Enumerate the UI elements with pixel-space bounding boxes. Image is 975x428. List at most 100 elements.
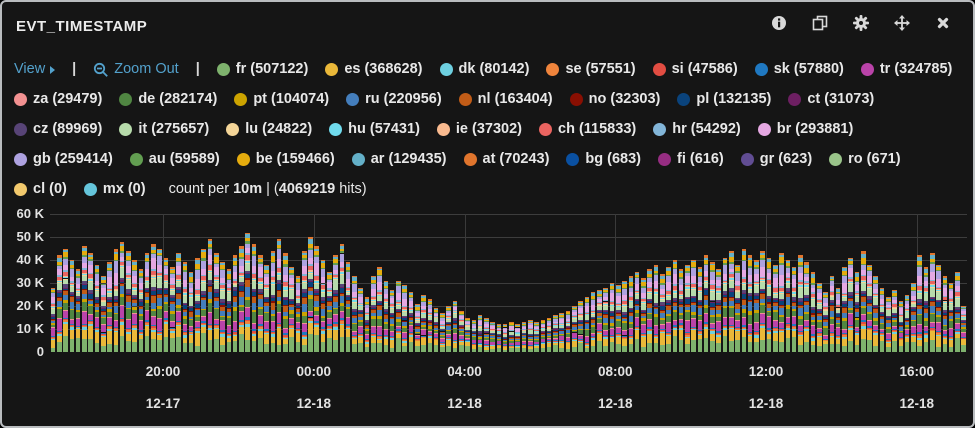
legend-item-tr[interactable]: tr (324785) (860, 58, 952, 81)
bar-segment-si (119, 319, 125, 321)
legend-item-ie[interactable]: ie (37302) (436, 118, 522, 141)
bar-segment-be (779, 256, 784, 263)
bar-segment-ar (182, 264, 188, 267)
bar-segment-dk (119, 322, 125, 325)
legend-item-bg[interactable]: bg (683) (566, 148, 641, 171)
bar-segment-ar (352, 277, 357, 281)
info-icon[interactable] (771, 15, 787, 31)
bar-stack (747, 255, 753, 352)
legend-item-br[interactable]: br (293881) (757, 118, 853, 141)
bar-segment-be (314, 250, 320, 256)
legend-item-cz[interactable]: cz (89969) (14, 118, 102, 141)
bar-stack (609, 283, 615, 352)
bar-segment-pt (747, 311, 753, 316)
bar-segment-pl (427, 321, 433, 323)
legend-item-it[interactable]: it (275657) (119, 118, 209, 141)
bar-segment-es (490, 345, 495, 350)
close-icon[interactable] (935, 15, 951, 31)
legend-item-se[interactable]: se (57551) (546, 58, 636, 81)
zoom-out-link[interactable]: Zoom Out (93, 58, 179, 81)
bar-segment-pt (220, 316, 225, 318)
bar-segment-ct (936, 301, 941, 303)
histogram-plot[interactable] (50, 214, 967, 352)
legend-item-nl[interactable]: nl (163404) (458, 88, 553, 111)
bar-segment-be (647, 274, 652, 277)
bar-segment-br (207, 254, 213, 264)
bar-stack (371, 276, 376, 352)
bar-segment-nl (691, 302, 696, 306)
bar-segment-cz (327, 296, 332, 298)
bar-segment-pl (144, 289, 150, 293)
bar-segment-dk (628, 337, 634, 340)
legend-item-lu[interactable]: lu (24822) (226, 118, 312, 141)
bar-segment-br (383, 294, 389, 298)
legend-item-sk[interactable]: sk (57880) (754, 58, 844, 81)
bar-segment-pt (653, 314, 659, 317)
bar-segment-se (333, 325, 338, 327)
bar-segment-ru (892, 318, 897, 321)
legend-item-hu[interactable]: hu (57431) (329, 118, 420, 141)
bar-segment-hu (760, 279, 765, 281)
bar-segment-si (421, 336, 426, 338)
bar-segment-tr (377, 326, 382, 335)
duplicate-icon[interactable] (812, 15, 828, 31)
bar-segment-es (113, 331, 119, 346)
legend-item-ro[interactable]: ro (671) (829, 148, 901, 171)
bar-segment-cz (961, 319, 966, 321)
legend-item-dk[interactable]: dk (80142) (439, 58, 529, 81)
legend-item-at[interactable]: at (70243) (463, 148, 549, 171)
bar-segment-cz (729, 287, 734, 292)
legend-item-de[interactable]: de (282174) (119, 88, 217, 111)
bar-segment-ct (226, 303, 232, 305)
legend-item-ch[interactable]: ch (115833) (539, 118, 636, 141)
legend-item-es[interactable]: es (368628) (325, 58, 423, 81)
legend-item-si[interactable]: si (47586) (652, 58, 738, 81)
legend-item-no[interactable]: no (32303) (569, 88, 660, 111)
bar-segment-fr (590, 346, 596, 352)
bar-segment-cz (936, 299, 941, 302)
bar-segment-it (301, 283, 307, 289)
bar-segment-hu (220, 288, 225, 291)
legend-item-cl[interactable]: cl (0) (14, 178, 67, 201)
bar-segment-si (691, 327, 696, 329)
legend-item-mx[interactable]: mx (0) (83, 178, 146, 201)
bar-segment-ru (804, 305, 809, 313)
bar-segment-no (308, 286, 313, 289)
panel-header: EVT_TIMESTAMP (16, 14, 959, 38)
bar-segment-br (163, 269, 169, 275)
bar-segment-si (333, 323, 338, 326)
legend-item-gr[interactable]: gr (623) (740, 148, 812, 171)
bar-segment-br (835, 299, 841, 305)
legend-item-be[interactable]: be (159466) (236, 148, 335, 171)
bar-segment-at (50, 287, 56, 289)
legend-item-ar[interactable]: ar (129435) (351, 148, 447, 171)
settings-gear-icon[interactable] (853, 15, 869, 31)
move-icon[interactable] (894, 15, 910, 31)
bar-segment-ru (50, 320, 56, 324)
bar-stack (239, 246, 244, 352)
legend-item-hr[interactable]: hr (54292) (653, 118, 741, 141)
legend-item-fi[interactable]: fi (616) (658, 148, 724, 171)
bar-segment-pl (496, 334, 502, 336)
legend-item-gb[interactable]: gb (259414) (14, 148, 113, 171)
legend-item-pl[interactable]: pl (132135) (677, 88, 771, 111)
legend-item-ct[interactable]: ct (31073) (788, 88, 874, 111)
bar-segment-au (56, 264, 62, 266)
legend-item-ru[interactable]: ru (220956) (346, 88, 442, 111)
bar-segment-de (842, 320, 847, 329)
legend-item-pt[interactable]: pt (104074) (234, 88, 329, 111)
bar-segment-dk (659, 332, 665, 334)
bar-segment-dk (942, 337, 948, 339)
bar-segment-hr (270, 275, 276, 278)
bar-segment-cz (364, 320, 370, 323)
bar-segment-it (955, 298, 960, 307)
legend-item-fr[interactable]: fr (507122) (216, 58, 308, 81)
legend-color-dot (129, 153, 143, 166)
bar-segment-pt (170, 311, 175, 314)
view-menu-link[interactable]: View (14, 58, 56, 81)
legend-item-au[interactable]: au (59589) (129, 148, 220, 171)
bar-segment-tr (56, 319, 62, 331)
legend-item-za[interactable]: za (29479) (14, 88, 102, 111)
bar-segment-be (458, 311, 464, 314)
bar-segment-at (402, 285, 407, 287)
